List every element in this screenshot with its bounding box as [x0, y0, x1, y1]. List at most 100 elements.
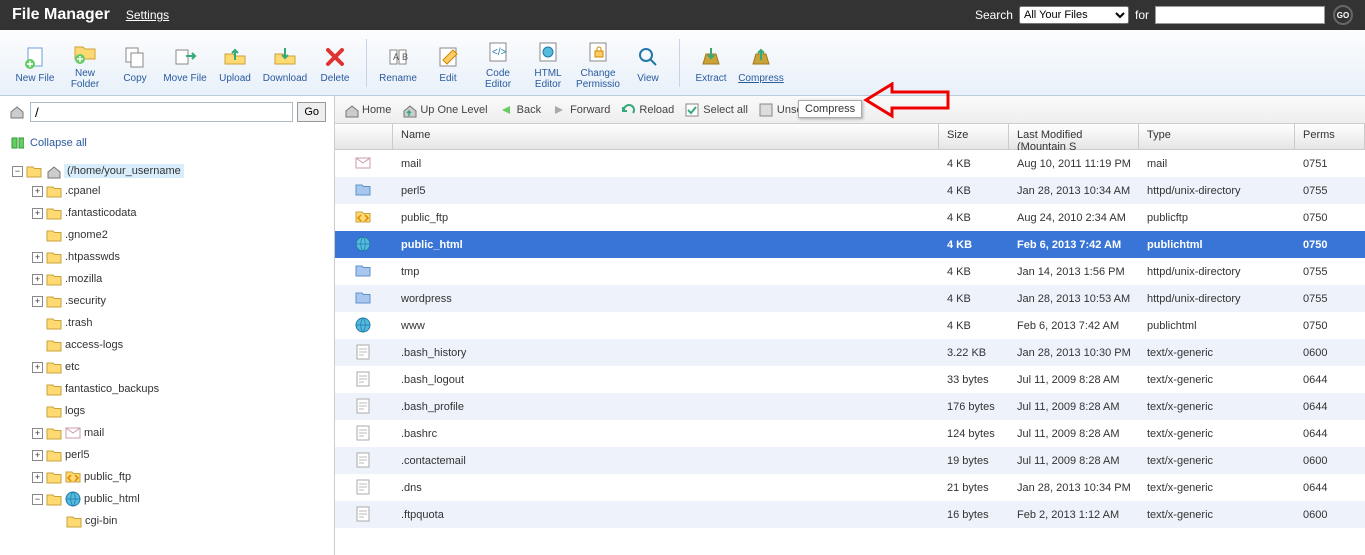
tree-toggle-icon[interactable]: −: [32, 494, 43, 505]
nav-home[interactable]: Home: [343, 102, 391, 118]
nav-select-all[interactable]: Select all: [684, 102, 748, 118]
tree-item[interactable]: +.htpasswds: [32, 248, 330, 266]
tree-item[interactable]: .gnome2: [32, 226, 330, 244]
file-type: text/x-generic: [1139, 374, 1295, 386]
path-input[interactable]: [30, 102, 293, 122]
tree-item[interactable]: access-logs: [32, 336, 330, 354]
file-type: text/x-generic: [1139, 347, 1295, 359]
up-icon: [401, 102, 417, 118]
tree-toggle-icon[interactable]: +: [32, 208, 43, 219]
folder-icon: [26, 164, 42, 178]
search-scope-select[interactable]: All Your Files: [1019, 6, 1129, 24]
file-row[interactable]: perl54 KBJan 28, 2013 10:34 AMhttpd/unix…: [335, 177, 1365, 204]
upload-icon: [221, 43, 249, 71]
file-modified: Jan 28, 2013 10:34 AM: [1009, 185, 1139, 197]
tree-toggle-icon[interactable]: +: [32, 428, 43, 439]
file-row[interactable]: .bash_profile176 bytesJul 11, 2009 8:28 …: [335, 393, 1365, 420]
nav-forward[interactable]: Forward: [551, 102, 610, 118]
edit-icon: [434, 43, 462, 71]
tree-item[interactable]: +.fantasticodata: [32, 204, 330, 222]
nav-back[interactable]: Back: [498, 102, 541, 118]
toolbar: New File New Folder Copy Move File Uploa…: [0, 30, 1365, 96]
new-file-button[interactable]: New File: [10, 41, 60, 84]
file-row[interactable]: .ftpquota16 bytesFeb 2, 2013 1:12 AMtext…: [335, 501, 1365, 528]
file-size: 16 bytes: [939, 509, 1009, 521]
settings-link[interactable]: Settings: [126, 8, 169, 22]
col-modified[interactable]: Last Modified (Mountain S: [1009, 124, 1139, 149]
file-modified: Jan 14, 2013 1:56 PM: [1009, 266, 1139, 278]
file-type: text/x-generic: [1139, 455, 1295, 467]
folder-icon: [46, 250, 62, 264]
tree-item[interactable]: +etc: [32, 358, 330, 376]
tree-toggle-icon[interactable]: +: [32, 274, 43, 285]
file-row[interactable]: public_ftp4 KBAug 24, 2010 2:34 AMpublic…: [335, 204, 1365, 231]
file-list: mail4 KBAug 10, 2011 11:19 PMmail0751per…: [335, 150, 1365, 555]
file-icon: [355, 371, 373, 389]
col-size[interactable]: Size: [939, 124, 1009, 149]
tree-item[interactable]: .trash: [32, 314, 330, 332]
col-perms[interactable]: Perms: [1295, 124, 1365, 149]
tree-item[interactable]: fantastico_backups: [32, 380, 330, 398]
delete-button[interactable]: Delete: [310, 41, 360, 84]
file-row[interactable]: .dns21 bytesJan 28, 2013 10:34 PMtext/x-…: [335, 474, 1365, 501]
tree-item[interactable]: +mail: [32, 424, 330, 442]
nav-up[interactable]: Up One Level: [401, 102, 487, 118]
download-button[interactable]: Download: [260, 41, 310, 84]
tree-item-label: .mozilla: [65, 273, 102, 285]
tree-root[interactable]: − (/home/your_username: [12, 162, 330, 180]
tree-item[interactable]: −public_html: [32, 490, 330, 508]
collapse-all-button[interactable]: Collapse all: [0, 128, 334, 158]
edit-button[interactable]: Edit: [423, 41, 473, 84]
tree-item[interactable]: +.security: [32, 292, 330, 310]
extract-button[interactable]: Extract: [686, 41, 736, 84]
col-name[interactable]: Name: [393, 124, 939, 149]
file-perms: 0750: [1295, 320, 1365, 332]
upload-button[interactable]: Upload: [210, 41, 260, 84]
tree-item[interactable]: +perl5: [32, 446, 330, 464]
file-row[interactable]: www4 KBFeb 6, 2013 7:42 AMpublichtml0750: [335, 312, 1365, 339]
file-row[interactable]: .bash_logout33 bytesJul 11, 2009 8:28 AM…: [335, 366, 1365, 393]
html-editor-button[interactable]: HTML Editor: [523, 36, 573, 90]
view-button[interactable]: View: [623, 41, 673, 84]
tree-toggle-icon[interactable]: +: [32, 472, 43, 483]
file-type: publichtml: [1139, 320, 1295, 332]
app-title: File Manager: [12, 6, 110, 24]
rename-button[interactable]: Rename: [373, 41, 423, 84]
file-row[interactable]: public_html4 KBFeb 6, 2013 7:42 AMpublic…: [335, 231, 1365, 258]
tree-toggle-icon[interactable]: +: [32, 186, 43, 197]
tree-toggle-icon[interactable]: +: [32, 450, 43, 461]
copy-button[interactable]: Copy: [110, 41, 160, 84]
change-permission-button[interactable]: Change Permissio: [573, 36, 623, 90]
file-modified: Jan 28, 2013 10:30 PM: [1009, 347, 1139, 359]
tree-toggle-icon[interactable]: +: [32, 362, 43, 373]
path-go-button[interactable]: Go: [297, 102, 326, 122]
tree-item[interactable]: + .mozilla: [32, 270, 330, 288]
nav-reload[interactable]: Reload: [620, 102, 674, 118]
mail-icon: [355, 155, 373, 173]
home-icon: [343, 102, 359, 118]
home-icon[interactable]: [8, 103, 26, 121]
file-perms: 0644: [1295, 374, 1365, 386]
code-editor-button[interactable]: Code Editor: [473, 36, 523, 90]
tree-item[interactable]: logs: [32, 402, 330, 420]
file-perms: 0600: [1295, 509, 1365, 521]
move-file-button[interactable]: Move File: [160, 41, 210, 84]
file-row[interactable]: .bash_history3.22 KBJan 28, 2013 10:30 P…: [335, 339, 1365, 366]
file-row[interactable]: tmp4 KBJan 14, 2013 1:56 PMhttpd/unix-di…: [335, 258, 1365, 285]
tree-item[interactable]: cgi-bin: [52, 512, 330, 530]
search-input[interactable]: [1155, 6, 1325, 24]
file-row[interactable]: .bashrc124 bytesJul 11, 2009 8:28 AMtext…: [335, 420, 1365, 447]
col-type[interactable]: Type: [1139, 124, 1295, 149]
tree-toggle-icon[interactable]: −: [12, 166, 23, 177]
tree-toggle-icon[interactable]: +: [32, 252, 43, 263]
file-row[interactable]: wordpress4 KBJan 28, 2013 10:53 AMhttpd/…: [335, 285, 1365, 312]
tree-item[interactable]: +.cpanel: [32, 182, 330, 200]
file-size: 176 bytes: [939, 401, 1009, 413]
new-folder-button[interactable]: New Folder: [60, 36, 110, 90]
search-go-button[interactable]: GO: [1333, 5, 1353, 25]
tree-item[interactable]: +public_ftp: [32, 468, 330, 486]
file-row[interactable]: mail4 KBAug 10, 2011 11:19 PMmail0751: [335, 150, 1365, 177]
file-row[interactable]: .contactemail19 bytesJul 11, 2009 8:28 A…: [335, 447, 1365, 474]
compress-button[interactable]: Compress: [736, 41, 786, 84]
tree-toggle-icon[interactable]: +: [32, 296, 43, 307]
